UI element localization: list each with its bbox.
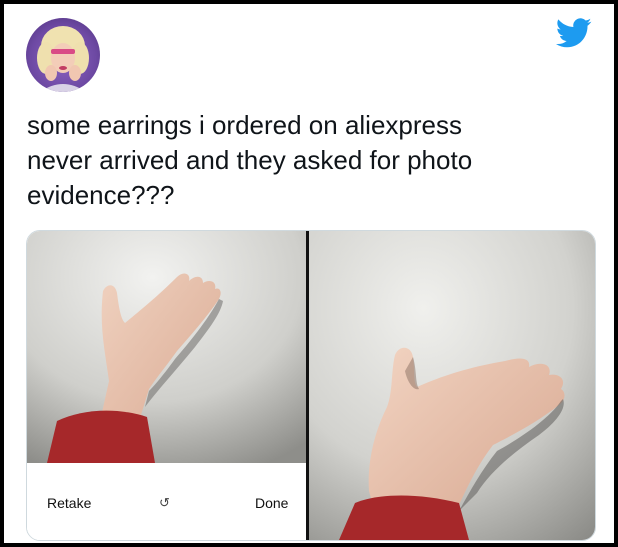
- twitter-bird-icon: [556, 18, 592, 48]
- done-button[interactable]: Done: [255, 495, 288, 511]
- tweet-media[interactable]: Retake ↺ Done: [26, 230, 596, 541]
- hand-photo-right: [309, 231, 595, 540]
- hand-photo-left: [27, 231, 306, 463]
- tweet-text-line: evidence???: [27, 180, 175, 210]
- avatar-image: [37, 26, 89, 92]
- tweet-text: some earrings i ordered on aliexpress ne…: [27, 108, 587, 213]
- avatar[interactable]: [26, 18, 100, 92]
- tweet-card: some earrings i ordered on aliexpress ne…: [4, 4, 614, 543]
- retake-button[interactable]: Retake: [47, 495, 91, 511]
- photo-hand-closeup[interactable]: [309, 231, 595, 540]
- photo-camera-preview[interactable]: Retake ↺ Done: [27, 231, 306, 540]
- tweet-text-line: some earrings i ordered on aliexpress: [27, 110, 462, 140]
- tweet-text-line: never arrived and they asked for photo: [27, 145, 473, 175]
- rotate-icon[interactable]: ↺: [159, 495, 170, 511]
